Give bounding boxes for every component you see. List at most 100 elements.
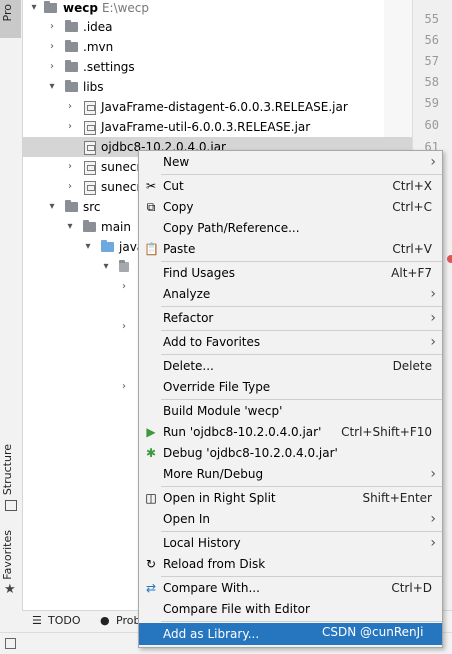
tree-node-jar[interactable]: › JavaFrame-distagent-6.0.0.3.RELEASE.ja… [22, 97, 412, 117]
collapsed-arrow-icon[interactable]: › [64, 97, 76, 117]
compare-arrows-icon: ⇄ [145, 581, 157, 595]
menu-item-delete[interactable]: Delete... Delete [139, 356, 442, 377]
collapsed-arrow-icon[interactable]: › [64, 117, 76, 137]
layout-toggle-icon[interactable] [5, 638, 16, 649]
menu-separator [161, 399, 442, 400]
menu-item-copy-path[interactable]: Copy Path/Reference... [139, 218, 442, 239]
menu-item-refactor[interactable]: Refactor › [139, 308, 442, 329]
menu-label: Debug 'ojdbc8-10.2.0.4.0.jar' [163, 446, 338, 460]
menu-item-more-run-debug[interactable]: More Run/Debug › [139, 464, 442, 485]
expand-arrow-icon[interactable]: ▾ [100, 257, 112, 277]
menu-item-reload[interactable]: ↻ Reload from Disk [139, 554, 442, 575]
structure-tab[interactable]: Structure [1, 444, 14, 495]
menu-item-find-usages[interactable]: Find Usages Alt+F7 [139, 263, 442, 284]
menu-separator [161, 621, 442, 622]
menu-separator [161, 174, 442, 175]
menu-item-debug[interactable]: ✱ Debug 'ojdbc8-10.2.0.4.0.jar' [139, 443, 442, 464]
collapsed-arrow-icon[interactable]: › [64, 157, 76, 177]
submenu-arrow-icon: › [430, 286, 436, 302]
collapsed-arrow-icon[interactable]: › [46, 17, 58, 37]
line-number: 59 [424, 96, 439, 110]
jar-icon [84, 121, 96, 135]
reload-icon: ↻ [145, 557, 157, 571]
menu-label: Copy [163, 200, 194, 214]
tree-label: .settings [83, 60, 135, 74]
jar-icon [84, 181, 96, 195]
menu-label: Analyze [163, 287, 211, 301]
menu-label: More Run/Debug [163, 467, 264, 481]
collapsed-arrow-icon[interactable]: › [118, 377, 130, 397]
menu-separator [161, 486, 442, 487]
expand-arrow-icon[interactable]: ▾ [46, 77, 58, 97]
menu-label: Paste [163, 242, 196, 256]
collapsed-arrow-icon[interactable]: › [46, 37, 58, 57]
menu-item-paste[interactable]: 📋 Paste Ctrl+V [139, 239, 442, 260]
tree-node-mvn[interactable]: › .mvn [22, 37, 412, 57]
problems-icon: ● [100, 614, 110, 627]
menu-item-compare-with[interactable]: ⇄ Compare With... Ctrl+D [139, 578, 442, 599]
watermark: CSDN @cunRenJi [322, 625, 424, 639]
menu-item-analyze[interactable]: Analyze › [139, 284, 442, 305]
tree-label: JavaFrame-distagent-6.0.0.3.RELEASE.jar [101, 100, 348, 114]
todo-tab[interactable]: TODO [48, 614, 81, 627]
folder-icon [65, 20, 78, 32]
menu-item-cut[interactable]: ✂ Cut Ctrl+X [139, 176, 442, 197]
jar-icon [84, 161, 96, 175]
folder-icon [65, 60, 78, 72]
shortcut-label: Delete [392, 359, 432, 373]
problems-tab[interactable]: Prob [116, 614, 140, 627]
tree-node-wecp[interactable]: ▾ wecp E:\wecp [22, 0, 412, 18]
tree-node-jar[interactable]: › JavaFrame-util-6.0.0.3.RELEASE.jar [22, 117, 412, 137]
menu-item-new[interactable]: New › [139, 152, 442, 173]
menu-item-run[interactable]: ▶ Run 'ojdbc8-10.2.0.4.0.jar' Ctrl+Shift+F… [139, 422, 442, 443]
collapsed-arrow-icon[interactable]: › [118, 277, 130, 297]
shortcut-label: Ctrl+D [391, 581, 432, 595]
expand-arrow-icon[interactable]: ▾ [28, 0, 40, 18]
source-folder-icon [101, 240, 114, 252]
menu-separator [161, 306, 442, 307]
tree-label: .idea [83, 20, 113, 34]
line-number: 60 [424, 118, 439, 132]
menu-item-compare-file[interactable]: Compare File with Editor [139, 599, 442, 620]
expand-arrow-icon[interactable]: ▾ [64, 217, 76, 237]
submenu-arrow-icon: › [430, 511, 436, 527]
menu-label: Compare With... [163, 581, 260, 595]
context-menu: New › ✂ Cut Ctrl+X ⧉ Copy Ctrl+C Copy Path/Re… [138, 150, 443, 648]
menu-item-open-right-split[interactable]: ◫ Open in Right Split Shift+Enter [139, 488, 442, 509]
tree-node-idea[interactable]: › .idea [22, 17, 412, 37]
menu-item-override-file-type[interactable]: Override File Type [139, 377, 442, 398]
favorites-tab[interactable]: Favorites [1, 530, 14, 580]
tree-label: src [83, 200, 101, 214]
tree-label: main [101, 220, 131, 234]
menu-label: Refactor [163, 311, 214, 325]
collapsed-arrow-icon[interactable]: › [64, 177, 76, 197]
shortcut-label: Ctrl+V [392, 242, 432, 256]
menu-item-copy[interactable]: ⧉ Copy Ctrl+C [139, 197, 442, 218]
menu-separator [161, 261, 442, 262]
expand-arrow-icon[interactable]: ▾ [46, 197, 58, 217]
menu-item-build-module[interactable]: Build Module 'wecp' [139, 401, 442, 422]
shortcut-label: Shift+Enter [362, 491, 432, 505]
tree-node-libs[interactable]: ▾ libs [22, 77, 412, 97]
collapsed-arrow-icon[interactable]: › [118, 317, 130, 337]
menu-item-open-in[interactable]: Open In › [139, 509, 442, 530]
menu-item-add-favorites[interactable]: Add to Favorites › [139, 332, 442, 353]
shortcut-label: Ctrl+X [392, 179, 432, 193]
project-name: wecp [63, 1, 98, 15]
package-icon [119, 260, 129, 272]
tree-label: libs [83, 80, 104, 94]
folder-icon [65, 200, 78, 212]
project-tab-label: Pro [1, 4, 14, 22]
menu-label: Add as Library... [163, 627, 260, 641]
menu-separator [161, 330, 442, 331]
menu-separator [161, 576, 442, 577]
folder-icon [65, 80, 78, 92]
line-number: 57 [424, 54, 439, 68]
tree-label: .mvn [83, 40, 114, 54]
collapsed-arrow-icon[interactable]: › [46, 57, 58, 77]
project-tool-tab[interactable]: Pro [0, 0, 21, 38]
tree-node-settings[interactable]: › .settings [22, 57, 412, 77]
tree-label: sunecr [101, 180, 142, 194]
expand-arrow-icon[interactable]: ▾ [82, 237, 94, 257]
menu-item-local-history[interactable]: Local History › [139, 533, 442, 554]
